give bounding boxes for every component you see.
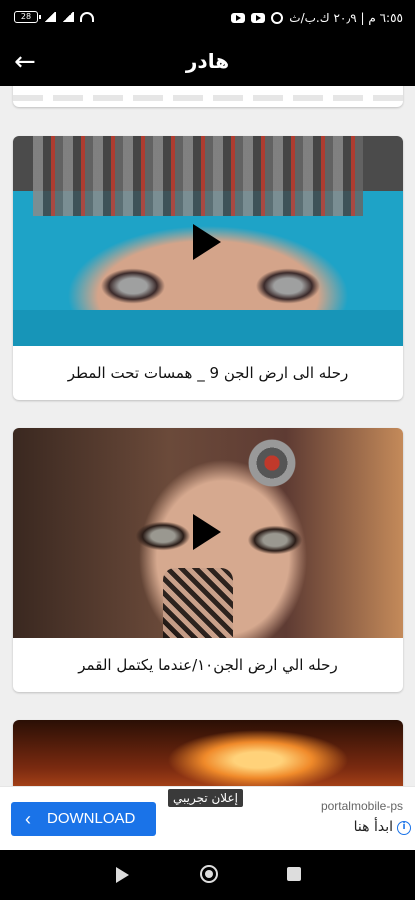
nav-home-icon[interactable] [200, 865, 218, 883]
status-bar: 28 ٦:٥٥ م | ٢٠٫٩ ك.ب/ث [0, 0, 415, 38]
status-left: 28 [14, 11, 94, 23]
download-label: DOWNLOAD [47, 810, 136, 827]
status-right: ٦:٥٥ م | ٢٠٫٩ ك.ب/ث [231, 11, 403, 25]
ad-banner[interactable]: ‹ DOWNLOAD إعلان تجريبي portalmobile-ps … [0, 786, 415, 850]
partial-title [13, 95, 403, 101]
list-item[interactable]: رحله الى ارض الجن 9 _ همسات تحت المطر [13, 136, 403, 400]
video-thumbnail[interactable] [13, 720, 403, 786]
youtube-icon-2 [251, 13, 266, 23]
list-item[interactable] [13, 720, 403, 786]
wifi-icon [80, 12, 94, 22]
ad-host: portalmobile-ps [320, 799, 403, 813]
system-nav-bar [0, 850, 415, 900]
signal-icon-2 [62, 12, 74, 22]
list-item[interactable]: رحله الي ارض الجن١٠/عندما يكتمل القمر [13, 428, 403, 692]
chevron-left-icon: ‹ [25, 809, 31, 829]
video-title[interactable]: رحله الى ارض الجن 9 _ همسات تحت المطر [13, 346, 403, 400]
status-time: ٦:٥٥ م | ٢٠٫٩ ك.ب/ث [289, 11, 403, 25]
video-thumbnail[interactable] [13, 428, 403, 638]
alarm-icon [271, 12, 284, 24]
list-item-partial[interactable] [13, 86, 403, 107]
app-bar: ← هادر [0, 38, 415, 86]
info-icon[interactable]: i [397, 821, 411, 835]
nav-recents-icon[interactable] [287, 867, 301, 881]
download-button[interactable]: ‹ DOWNLOAD [11, 802, 156, 836]
battery-icon: 28 [14, 11, 41, 23]
video-thumbnail[interactable] [13, 136, 403, 346]
video-list[interactable]: رحله الى ارض الجن 9 _ همسات تحت المطر رح… [0, 86, 415, 786]
youtube-icon [231, 13, 246, 23]
ad-label: إعلان تجريبي [168, 789, 243, 807]
page-title: هادر [185, 49, 230, 73]
nav-back-icon[interactable] [116, 867, 129, 883]
play-icon[interactable] [193, 224, 221, 260]
ad-cta-link[interactable]: ابدأ هنا [354, 819, 393, 835]
signal-icon [44, 12, 56, 22]
video-title[interactable]: رحله الي ارض الجن١٠/عندما يكتمل القمر [13, 638, 403, 692]
play-icon[interactable] [193, 514, 221, 550]
